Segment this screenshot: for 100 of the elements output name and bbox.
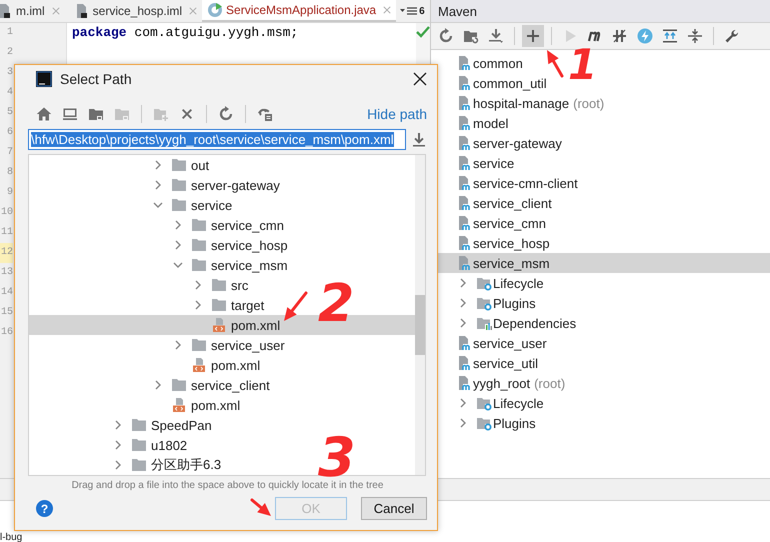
module-icon (456, 255, 472, 271)
tree-item[interactable]: yygh_root (root) (431, 373, 566, 393)
tree-item[interactable]: service-cmn-client (431, 173, 578, 193)
tab-list-button[interactable]: 6 (400, 0, 425, 22)
tree-item[interactable]: service_client (29, 375, 270, 395)
folder-gear-icon (476, 275, 492, 291)
tree-item[interactable]: Dependencies (431, 313, 576, 333)
folder-icon (171, 377, 187, 393)
module-icon (456, 135, 472, 151)
dependencies-icon (476, 315, 492, 331)
folder-icon (131, 437, 147, 453)
editor-tab[interactable]: ServiceMsmApplication.java (202, 0, 396, 22)
tree-item[interactable]: service (431, 153, 514, 173)
tree-item[interactable]: Plugins (431, 293, 536, 313)
line-number: 6 (6, 126, 13, 140)
line-number: 4 (6, 86, 13, 100)
app-icon (36, 71, 52, 87)
folder-icon (131, 457, 147, 473)
folder-gear-icon (476, 295, 492, 311)
download-icon[interactable] (411, 132, 427, 148)
tree-item[interactable]: server-gateway (431, 133, 562, 153)
tree-item[interactable]: src (29, 275, 248, 295)
line-number: 11 (0, 226, 13, 240)
tree-item[interactable]: service (29, 195, 232, 215)
line-number: 9 (6, 186, 13, 200)
tree-item[interactable]: service_client (431, 193, 552, 213)
xml-file-icon (211, 317, 227, 333)
tree-item[interactable]: service_cmn (29, 215, 284, 235)
module-icon (456, 55, 472, 71)
dialog-title: Select Path (60, 71, 132, 87)
tree-item[interactable]: pom.xml (29, 395, 240, 415)
tree-item[interactable]: SpeedPan (29, 415, 212, 435)
folder-icon (211, 297, 227, 313)
folder-gear-icon (476, 395, 492, 411)
tree-item[interactable]: Lifecycle (431, 273, 544, 293)
tree-item[interactable]: server-gateway (29, 175, 280, 195)
tree-item[interactable]: u1802 (29, 435, 188, 455)
line-number: 1 (6, 26, 13, 40)
annotation-number: 1 (568, 48, 598, 82)
module-icon (456, 155, 472, 171)
module-icon (456, 195, 472, 211)
module-icon (456, 75, 472, 91)
editor-tab[interactable]: service_hosp.iml (68, 0, 202, 22)
tree-item[interactable]: model (431, 113, 508, 133)
dialog-button[interactable]: Cancel (361, 497, 427, 520)
tree-item[interactable]: hospital-manage (root) (431, 93, 604, 113)
tree-item[interactable]: service_user (29, 335, 285, 355)
module-icon (456, 115, 472, 131)
close-icon[interactable] (413, 72, 427, 86)
tree-item[interactable]: common (431, 53, 523, 73)
folder-gear-icon (476, 415, 492, 431)
tree-item[interactable]: out (29, 155, 210, 175)
xml-file-icon (171, 397, 187, 413)
tree-item[interactable]: service_msm (29, 255, 288, 275)
arrow (250, 498, 271, 516)
tree-item[interactable]: Lifecycle (431, 393, 544, 413)
module-icon (456, 335, 472, 351)
line-number: 10 (0, 206, 13, 220)
tree-item[interactable]: target (29, 295, 264, 315)
hint-text: Drag and drop a file into the space above to quickly locate it in the tree (70, 478, 384, 492)
folder-icon (131, 417, 147, 433)
line-number: 7 (6, 146, 13, 160)
tree-item[interactable]: pom.xml (29, 355, 260, 375)
arrow (284, 292, 308, 321)
line-number: 16 (0, 326, 13, 340)
list-icon (400, 5, 418, 17)
check-icon (416, 26, 430, 38)
hide-path-link[interactable]: Hide path (367, 106, 427, 122)
scrollbar[interactable] (415, 295, 425, 355)
root-note: (root) (573, 96, 604, 110)
root-note: (root) (534, 376, 566, 390)
tree-item[interactable]: service_util (431, 353, 538, 373)
line-number: 13 (0, 266, 13, 280)
path-field[interactable]: \hfw\Desktop\projects\yygh_root\service\service_msm\pom.xml (28, 129, 406, 150)
tree-item[interactable]: Plugins (431, 413, 536, 433)
folder-icon (171, 157, 187, 173)
line-number: 2 (6, 46, 13, 60)
module-icon (456, 95, 472, 111)
module-icon (456, 235, 472, 251)
module-icon (456, 215, 472, 231)
folder-icon (191, 257, 207, 273)
tree-item[interactable]: 分区助手6.3 (29, 455, 222, 475)
line-number: 14 (0, 286, 13, 300)
line-number: 3 (6, 66, 13, 80)
folder-icon (211, 277, 227, 293)
tree-item[interactable]: common_util (431, 73, 547, 93)
class-icon (207, 2, 224, 18)
line-number: 15 (0, 306, 13, 320)
plus-icon[interactable] (522, 25, 544, 47)
code-line: package com.atguigu.yygh.msm; (72, 24, 300, 42)
help-button[interactable]: ? (36, 500, 53, 517)
tree-item[interactable]: service_hosp (29, 235, 288, 255)
panel-title: Maven (438, 4, 478, 18)
tree-item[interactable]: service_hosp (431, 233, 550, 253)
folder-icon (171, 177, 187, 193)
module-icon (456, 375, 472, 391)
folder-icon (191, 337, 207, 353)
tree-item[interactable]: service_user (431, 333, 547, 353)
tree-item[interactable]: service_cmn (431, 213, 546, 233)
editor-tab[interactable]: m.iml (0, 0, 65, 22)
